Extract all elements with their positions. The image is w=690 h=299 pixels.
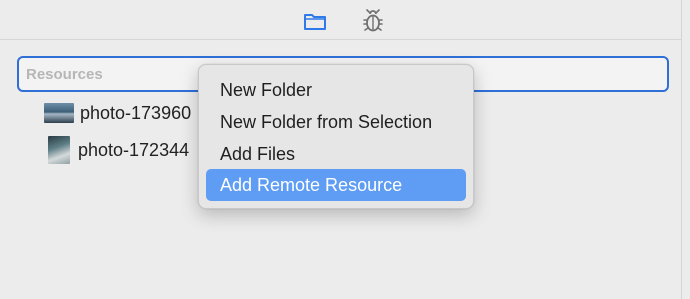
resources-section-header: Resources: [26, 66, 103, 83]
menu-item-add-remote-resource[interactable]: Add Remote Resource: [206, 169, 466, 201]
menu-item-new-folder[interactable]: New Folder: [206, 74, 466, 106]
folder-icon[interactable]: [303, 10, 327, 32]
menu-item-new-folder-from-selection[interactable]: New Folder from Selection: [206, 106, 466, 138]
list-item[interactable]: photo-173960: [44, 99, 191, 127]
list-item-label: photo-172344: [78, 139, 190, 160]
list-item-label: photo-173960: [80, 102, 192, 123]
menu-item-add-files[interactable]: Add Files: [206, 138, 466, 170]
context-menu: New Folder New Folder from Selection Add…: [198, 64, 474, 209]
resources-panel: Resources photo-173960 photo-172344 New …: [0, 0, 682, 299]
image-thumbnail-icon: [44, 103, 74, 123]
bug-icon[interactable]: [361, 9, 385, 32]
list-item[interactable]: photo-172344: [44, 136, 189, 164]
panel-toolbar: [0, 0, 682, 40]
image-thumbnail-icon: [48, 136, 70, 164]
